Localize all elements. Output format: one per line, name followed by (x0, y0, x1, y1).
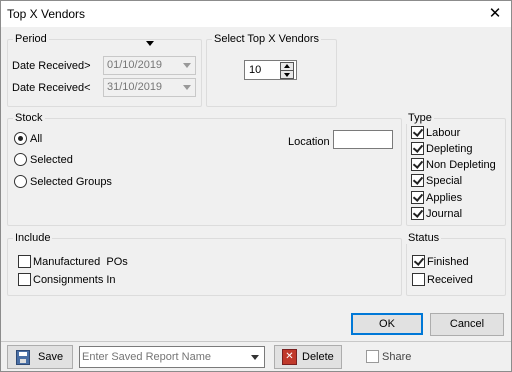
depleting-label[interactable]: Depleting (426, 143, 472, 155)
type-group-label: Type (406, 112, 434, 124)
sort-down-icon[interactable] (146, 41, 154, 46)
status-group-label: Status (406, 232, 442, 244)
save-icon-shutter (20, 359, 26, 363)
checkbox-manufactured-pos[interactable] (18, 255, 31, 268)
save-button-label: Save (38, 351, 64, 363)
arrow-down-icon (284, 73, 290, 77)
checkbox-non-depleting[interactable] (411, 158, 424, 171)
checkbox-received[interactable] (412, 273, 425, 286)
labour-label[interactable]: Labour (426, 127, 460, 139)
ok-button[interactable]: OK (351, 313, 423, 335)
chevron-down-icon (183, 63, 191, 68)
topx-group-label: Select Top X Vendors (212, 33, 321, 45)
date-to-label: Date Received< (12, 82, 91, 94)
checkbox-journal[interactable] (411, 207, 424, 220)
finished-label[interactable]: Finished (427, 256, 469, 268)
checkbox-labour[interactable] (411, 126, 424, 139)
share-label[interactable]: Share (382, 351, 411, 363)
save-icon (16, 350, 30, 365)
radio-all[interactable] (14, 132, 27, 145)
checkbox-consignments-in[interactable] (18, 273, 31, 286)
date-to-picker[interactable]: 31/10/2019 (103, 78, 196, 97)
location-label: Location (288, 136, 330, 148)
radio-selected-groups-label[interactable]: Selected Groups (30, 176, 112, 188)
special-label[interactable]: Special (426, 175, 462, 187)
window-title: Top X Vendors (7, 7, 86, 21)
save-button[interactable]: Save (7, 345, 73, 369)
radio-selected[interactable] (14, 153, 27, 166)
journal-label[interactable]: Journal (426, 208, 462, 220)
dialog-window: Top X Vendors ✕ Period Date Received> 01… (0, 0, 512, 372)
radio-all-label[interactable]: All (30, 133, 42, 145)
saved-report-combo[interactable] (79, 346, 265, 368)
checkbox-special[interactable] (411, 174, 424, 187)
location-input[interactable] (333, 130, 393, 149)
manufactured-pos-label[interactable]: Manufactured POs (33, 256, 128, 268)
non-depleting-label[interactable]: Non Depleting (426, 159, 496, 171)
save-icon-label (19, 352, 27, 356)
period-group-label: Period (13, 33, 49, 45)
close-icon[interactable]: ✕ (485, 4, 505, 24)
delete-icon-glyph: ✕ (285, 351, 294, 362)
ok-button-label: OK (379, 318, 395, 330)
topx-value: 10 (249, 64, 262, 76)
save-report-bar: Save ✕ Delete Share (1, 342, 511, 371)
cancel-button[interactable]: Cancel (430, 313, 504, 336)
include-group-label: Include (13, 232, 53, 244)
radio-selected-groups[interactable] (14, 175, 27, 188)
radio-selected-label[interactable]: Selected (30, 154, 73, 166)
delete-icon: ✕ (282, 349, 297, 365)
arrow-up-icon (284, 64, 290, 68)
checkbox-share[interactable] (366, 350, 379, 363)
chevron-down-icon (183, 85, 191, 90)
saved-report-name-input[interactable] (82, 349, 242, 364)
date-from-label: Date Received> (12, 60, 91, 72)
date-to-value: 31/10/2019 (107, 81, 163, 93)
chevron-down-icon[interactable] (251, 355, 259, 360)
received-label[interactable]: Received (427, 274, 473, 286)
date-from-value: 01/10/2019 (107, 59, 163, 71)
cancel-button-label: Cancel (449, 318, 485, 330)
consignments-in-label[interactable]: Consignments In (33, 274, 116, 286)
topx-spinner[interactable]: 10 (244, 60, 297, 80)
checkbox-depleting[interactable] (411, 142, 424, 155)
delete-button[interactable]: ✕ Delete (274, 345, 342, 369)
spin-down-button[interactable] (280, 70, 294, 79)
date-from-picker[interactable]: 01/10/2019 (103, 56, 196, 75)
title-bar: Top X Vendors ✕ (1, 1, 511, 27)
checkbox-applies[interactable] (411, 191, 424, 204)
applies-label[interactable]: Applies (426, 192, 462, 204)
stock-group-label: Stock (13, 112, 45, 124)
checkbox-finished[interactable] (412, 255, 425, 268)
delete-button-label: Delete (302, 351, 334, 363)
